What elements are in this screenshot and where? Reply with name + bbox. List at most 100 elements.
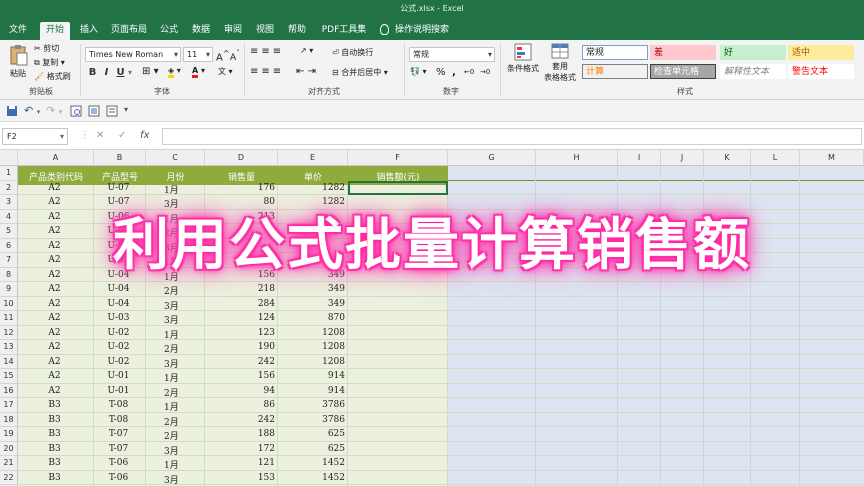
header-cell[interactable]: 产品型号	[94, 170, 146, 183]
data-cell[interactable]: A2	[18, 386, 91, 401]
enter-formula-button[interactable]: ✓	[118, 130, 126, 141]
data-cell[interactable]: 2月	[164, 429, 202, 444]
data-cell[interactable]: 870	[278, 313, 345, 328]
percent-button[interactable]: %	[436, 67, 446, 78]
formula-input[interactable]	[162, 128, 862, 145]
undo-button[interactable]: ↶ ▾	[24, 104, 40, 117]
data-cell[interactable]: 1月	[164, 183, 202, 198]
cell-style-0[interactable]: 常规	[582, 45, 648, 60]
data-cell[interactable]: 914	[278, 386, 345, 401]
row-header[interactable]: 2	[0, 180, 18, 195]
header-cell[interactable]: 月份	[146, 170, 205, 183]
form-icon[interactable]	[106, 105, 118, 117]
data-cell[interactable]: 1452	[278, 473, 345, 486]
data-cell[interactable]: 3月	[164, 299, 202, 314]
data-cell[interactable]: B3	[18, 400, 91, 415]
data-cell[interactable]: T-08	[94, 400, 143, 415]
data-cell[interactable]: T-07	[94, 444, 143, 459]
row-header[interactable]: 21	[0, 456, 18, 471]
row-header[interactable]: 10	[0, 296, 18, 311]
cell-style-7[interactable]: 警告文本	[788, 64, 854, 79]
data-cell[interactable]: A2	[18, 183, 91, 198]
data-cell[interactable]	[348, 429, 445, 444]
data-cell[interactable]: 3786	[278, 415, 345, 430]
data-cell[interactable]: T-07	[94, 429, 143, 444]
merge-center-button[interactable]: ⊟ 合并后居中 ▾	[332, 67, 388, 78]
data-cell[interactable]: 349	[278, 284, 345, 299]
data-cell[interactable]: U-02	[94, 357, 143, 372]
vertical-align-buttons[interactable]: ≡≡≡	[250, 46, 284, 57]
data-cell[interactable]	[348, 313, 445, 328]
row-header[interactable]: 18	[0, 412, 18, 427]
cell-style-6[interactable]: 解释性文本	[720, 64, 786, 79]
data-cell[interactable]: 1208	[278, 342, 345, 357]
row-header[interactable]: 17	[0, 398, 18, 413]
shrink-font-button[interactable]: Aˇ	[230, 49, 240, 63]
data-cell[interactable]: U-02	[94, 342, 143, 357]
tab-data[interactable]: 数据	[188, 22, 214, 40]
column-header-M[interactable]: M	[800, 150, 864, 166]
data-cell[interactable]: U-01	[94, 386, 143, 401]
header-cell[interactable]: 单价	[278, 170, 348, 183]
data-cell[interactable]: A2	[18, 299, 91, 314]
conditional-format-button[interactable]: 条件格式	[505, 43, 541, 74]
column-header-F[interactable]: F	[348, 150, 448, 166]
data-cell[interactable]: 156	[205, 371, 275, 386]
data-cell[interactable]: U-01	[94, 371, 143, 386]
row-header[interactable]: 9	[0, 282, 18, 297]
data-cell[interactable]	[348, 371, 445, 386]
data-cell[interactable]: 153	[205, 473, 275, 486]
data-cell[interactable]	[348, 284, 445, 299]
data-cell[interactable]: 625	[278, 429, 345, 444]
tab-home[interactable]: 开始	[40, 22, 70, 40]
cut-button[interactable]: ✂ 剪切	[34, 43, 59, 54]
name-box[interactable]: F2 ▾	[2, 128, 68, 145]
data-cell[interactable]: 1282	[278, 183, 345, 198]
data-cell[interactable]: A2	[18, 357, 91, 372]
save-icon[interactable]	[6, 105, 18, 117]
currency-button[interactable]: 💱 ▾	[410, 67, 427, 76]
cancel-formula-button[interactable]: ✕	[96, 130, 104, 141]
data-cell[interactable]: 3月	[164, 473, 202, 486]
cell-style-4[interactable]: 计算	[582, 64, 648, 79]
border-button[interactable]: ⊞ ▾	[142, 66, 159, 77]
column-header-J[interactable]: J	[661, 150, 704, 166]
data-cell[interactable]: U-02	[94, 328, 143, 343]
phonetic-button[interactable]: 文 ▾	[218, 66, 233, 77]
data-cell[interactable]	[348, 415, 445, 430]
data-cell[interactable]	[348, 299, 445, 314]
row-header[interactable]: 16	[0, 383, 18, 398]
horizontal-align-buttons[interactable]: ≡≡≡	[250, 66, 284, 77]
row-header[interactable]: 22	[0, 470, 18, 485]
data-cell[interactable]: B3	[18, 429, 91, 444]
data-cell[interactable]: 3月	[164, 313, 202, 328]
data-cell[interactable]	[348, 444, 445, 459]
comma-button[interactable]: ,	[452, 67, 456, 78]
data-cell[interactable]: 176	[205, 183, 275, 198]
italic-button[interactable]: I	[100, 67, 113, 78]
data-cell[interactable]: 123	[205, 328, 275, 343]
data-cell[interactable]: 1208	[278, 328, 345, 343]
tab-view[interactable]: 视图	[252, 22, 278, 40]
column-header-C[interactable]: C	[146, 150, 205, 166]
data-cell[interactable]: 3月	[164, 444, 202, 459]
orientation-button[interactable]: ↗ ▾	[300, 46, 313, 55]
decrease-decimal-button[interactable]: →0	[480, 68, 490, 76]
data-cell[interactable]: A2	[18, 328, 91, 343]
column-header-D[interactable]: D	[205, 150, 278, 166]
data-cell[interactable]: 1月	[164, 328, 202, 343]
column-header-E[interactable]: E	[278, 150, 348, 166]
data-cell[interactable]: U-03	[94, 313, 143, 328]
underline-dropdown[interactable]: ▾	[128, 68, 132, 77]
data-cell[interactable]	[348, 386, 445, 401]
font-color-button[interactable]: A ▾	[192, 66, 205, 78]
data-cell[interactable]	[348, 342, 445, 357]
data-cell[interactable]: U-07	[94, 183, 143, 198]
indent-buttons[interactable]: ⇤ ⇥	[296, 66, 316, 77]
column-header-L[interactable]: L	[751, 150, 800, 166]
row-header[interactable]: 20	[0, 441, 18, 456]
column-header-H[interactable]: H	[536, 150, 618, 166]
redo-button[interactable]: ↷ ▾	[46, 104, 62, 117]
data-cell[interactable]: B3	[18, 458, 91, 473]
data-cell[interactable]: T-06	[94, 473, 143, 486]
